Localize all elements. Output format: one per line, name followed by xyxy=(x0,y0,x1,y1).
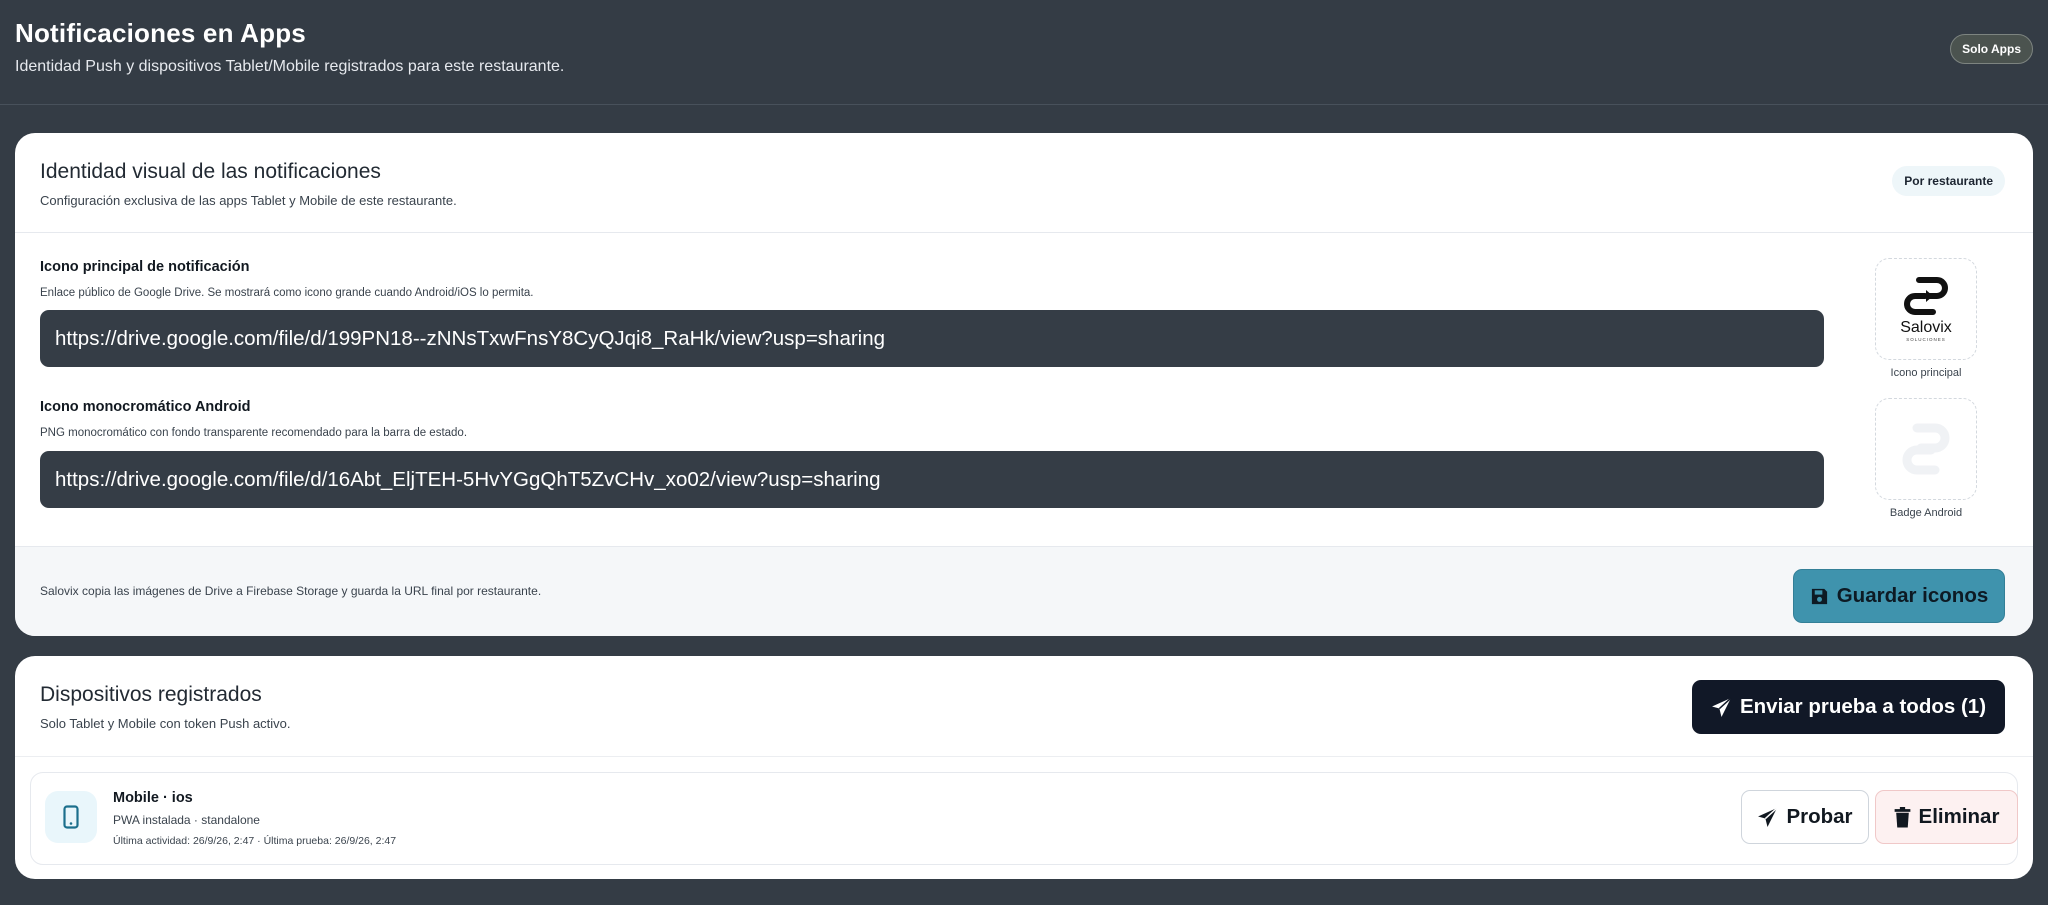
paper-plane-icon xyxy=(1757,807,1778,828)
delete-device-button[interactable]: Eliminar xyxy=(1875,790,2018,844)
device-activity: Última actividad: 26/9/26, 2:47 · Última… xyxy=(113,835,397,847)
mono-icon-label: Icono monocromático Android xyxy=(40,399,251,415)
badge-android-icon xyxy=(1902,423,1950,475)
mono-icon-url-input[interactable] xyxy=(40,451,1824,508)
device-name: Mobile · ios xyxy=(113,790,193,806)
salovix-logo-tagline: SOLUCIONES xyxy=(1906,337,1946,342)
page-header: Notificaciones en Apps Identidad Push y … xyxy=(0,0,2048,105)
apps-only-badge: Solo Apps xyxy=(1950,34,2033,64)
devices-card-header: Dispositivos registrados Solo Tablet y M… xyxy=(15,656,2033,757)
save-icons-button[interactable]: Guardar iconos xyxy=(1793,569,2005,623)
identity-card-header: Identidad visual de las notificaciones C… xyxy=(15,133,2033,233)
page-subtitle: Identidad Push y dispositivos Tablet/Mob… xyxy=(15,58,565,75)
registered-devices-card: Dispositivos registrados Solo Tablet y M… xyxy=(15,656,2033,879)
identity-card-title: Identidad visual de las notificaciones xyxy=(40,160,381,183)
device-list-item: Mobile · ios PWA instalada · standalone … xyxy=(30,772,2018,865)
main-icon-url-input[interactable] xyxy=(40,310,1824,367)
devices-card-description: Solo Tablet y Mobile con token Push acti… xyxy=(40,716,291,731)
identity-card-footer: Salovix copia las imágenes de Drive a Fi… xyxy=(15,546,2033,636)
save-icons-label: Guardar iconos xyxy=(1836,584,1989,607)
mono-icon-help: PNG monocromático con fondo transparente… xyxy=(40,427,468,439)
device-status: PWA instalada · standalone xyxy=(113,813,260,827)
send-test-all-label: Enviar prueba a todos (1) xyxy=(1739,695,1987,718)
main-icon-label: Icono principal de notificación xyxy=(40,259,250,275)
devices-card-title: Dispositivos registrados xyxy=(40,683,262,706)
paper-plane-icon xyxy=(1711,697,1732,718)
mobile-phone-icon xyxy=(45,791,97,843)
mono-icon-preview xyxy=(1875,398,1977,500)
floppy-disk-icon xyxy=(1810,587,1829,606)
identity-card-description: Configuración exclusiva de las apps Tabl… xyxy=(40,193,457,208)
delete-device-label: Eliminar xyxy=(1918,805,2000,828)
mono-icon-preview-caption: Badge Android xyxy=(1889,507,1963,519)
test-device-label: Probar xyxy=(1786,805,1853,828)
per-restaurant-chip: Por restaurante xyxy=(1892,166,2005,196)
notification-identity-card: Identidad visual de las notificaciones C… xyxy=(15,133,2033,636)
test-device-button[interactable]: Probar xyxy=(1741,790,1869,844)
main-icon-help: Enlace público de Google Drive. Se mostr… xyxy=(40,287,534,299)
salovix-logo-text: Salovix xyxy=(1900,319,1952,336)
send-test-all-button[interactable]: Enviar prueba a todos (1) xyxy=(1692,680,2005,734)
trash-icon xyxy=(1894,806,1911,828)
page-title: Notificaciones en Apps xyxy=(15,18,306,48)
main-icon-preview-caption: Icono principal xyxy=(1890,367,1962,379)
salovix-logo: Salovix SOLUCIONES xyxy=(1900,277,1952,342)
storage-note: Salovix copia las imágenes de Drive a Fi… xyxy=(40,584,542,598)
main-icon-preview: Salovix SOLUCIONES xyxy=(1875,258,1977,360)
